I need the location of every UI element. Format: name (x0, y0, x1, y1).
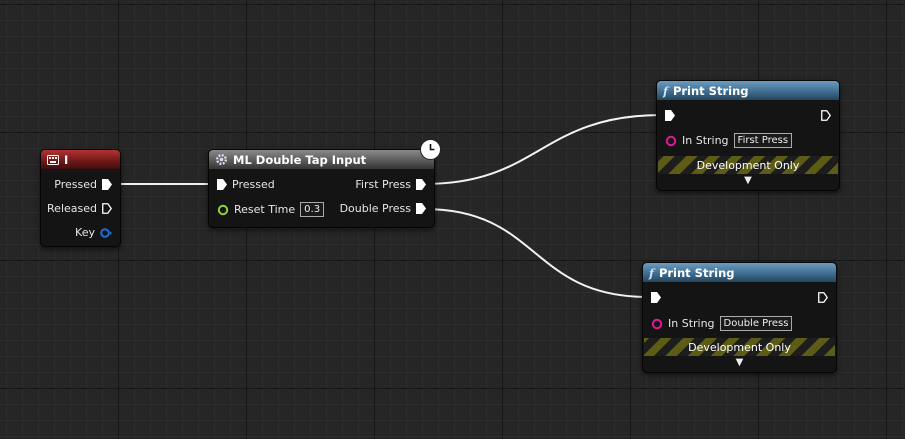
development-only-banner-1: Development Only (658, 156, 838, 174)
print-string-title-2: Print String (658, 265, 735, 280)
exec-in-row-1[interactable] (665, 110, 675, 121)
print-string-header-2[interactable]: f Print String (643, 263, 836, 282)
pin-label-reset-time: Reset Time (234, 203, 296, 216)
in-string-field-2[interactable]: Double Press (719, 316, 793, 331)
function-icon: f (663, 83, 668, 98)
print-string-header-1[interactable]: f Print String (657, 81, 839, 100)
double-tap-node[interactable]: ML Double Tap Input Pressed Reset Time 0… (208, 149, 435, 228)
key-event-node[interactable]: I Pressed Released Key (40, 149, 121, 247)
pin-label-released: Released (47, 202, 97, 215)
in-string-field-1[interactable]: First Press (733, 133, 793, 148)
wire-doublepress-to-print2 (423, 208, 649, 298)
pin-row-reset-time[interactable]: Reset Time 0.3 (217, 202, 325, 217)
exec-output-pin-icon[interactable] (821, 110, 831, 121)
pin-label-first-press: First Press (355, 178, 411, 191)
wire-firstpress-to-print1 (423, 114, 663, 185)
print-string-node-2[interactable]: f Print String In String Double Press De… (642, 262, 837, 373)
exec-output-pin-icon[interactable] (818, 292, 828, 303)
print-string-title-1: Print String (672, 83, 749, 98)
pin-label-pressed: Pressed (54, 178, 97, 191)
in-string-label-2: In String (668, 317, 715, 330)
pin-row-released[interactable]: Released (47, 202, 112, 215)
exec-input-pin-icon[interactable] (665, 110, 675, 121)
float-input-pin-icon[interactable] (217, 204, 229, 216)
in-string-label-1: In String (682, 134, 729, 147)
struct-output-pin-icon[interactable] (100, 227, 112, 238)
double-tap-title: ML Double Tap Input (233, 152, 367, 167)
function-icon: f (649, 265, 654, 280)
key-event-header[interactable]: I (41, 150, 120, 169)
pin-label-doubletap-pressed: Pressed (232, 178, 275, 191)
exec-out-row-2[interactable] (818, 292, 828, 303)
pin-row-pressed[interactable]: Pressed (54, 178, 112, 191)
exec-output-pin-icon[interactable] (416, 179, 426, 190)
exec-in-row-2[interactable] (651, 292, 661, 303)
pin-row-double-press[interactable]: Double Press (340, 202, 426, 215)
development-only-banner-2: Development Only (644, 338, 835, 356)
exec-output-pin-icon[interactable] (102, 203, 112, 214)
development-only-label-1: Development Only (696, 158, 800, 172)
in-string-row-2[interactable]: In String Double Press (651, 316, 793, 331)
exec-input-pin-icon[interactable] (651, 292, 661, 303)
in-string-row-1[interactable]: In String First Press (665, 133, 793, 148)
pin-row-doubletap-pressed[interactable]: Pressed (217, 178, 275, 191)
print-string-node-1[interactable]: f Print String In String First Press Dev… (656, 80, 840, 191)
macro-gear-icon (215, 153, 228, 166)
pin-label-key: Key (75, 226, 95, 239)
pin-row-first-press[interactable]: First Press (355, 178, 426, 191)
clock-icon (420, 139, 441, 160)
exec-output-pin-icon[interactable] (416, 203, 426, 214)
expand-arrow-icon[interactable]: ▼ (736, 357, 744, 368)
key-event-title: I (64, 152, 69, 167)
string-input-pin-icon[interactable] (665, 135, 677, 147)
exec-input-pin-icon[interactable] (217, 179, 227, 190)
keyboard-icon (47, 154, 59, 165)
exec-output-pin-icon[interactable] (102, 179, 112, 190)
exec-out-row-1[interactable] (821, 110, 831, 121)
expand-arrow-icon[interactable]: ▼ (744, 175, 752, 186)
pin-row-key[interactable]: Key (75, 226, 112, 239)
double-tap-header[interactable]: ML Double Tap Input (209, 150, 434, 169)
reset-time-value-field[interactable]: 0.3 (300, 202, 325, 217)
string-input-pin-icon[interactable] (651, 318, 663, 330)
pin-label-double-press: Double Press (339, 202, 411, 215)
development-only-label-2: Development Only (688, 340, 791, 354)
wire-layer (110, 114, 663, 298)
